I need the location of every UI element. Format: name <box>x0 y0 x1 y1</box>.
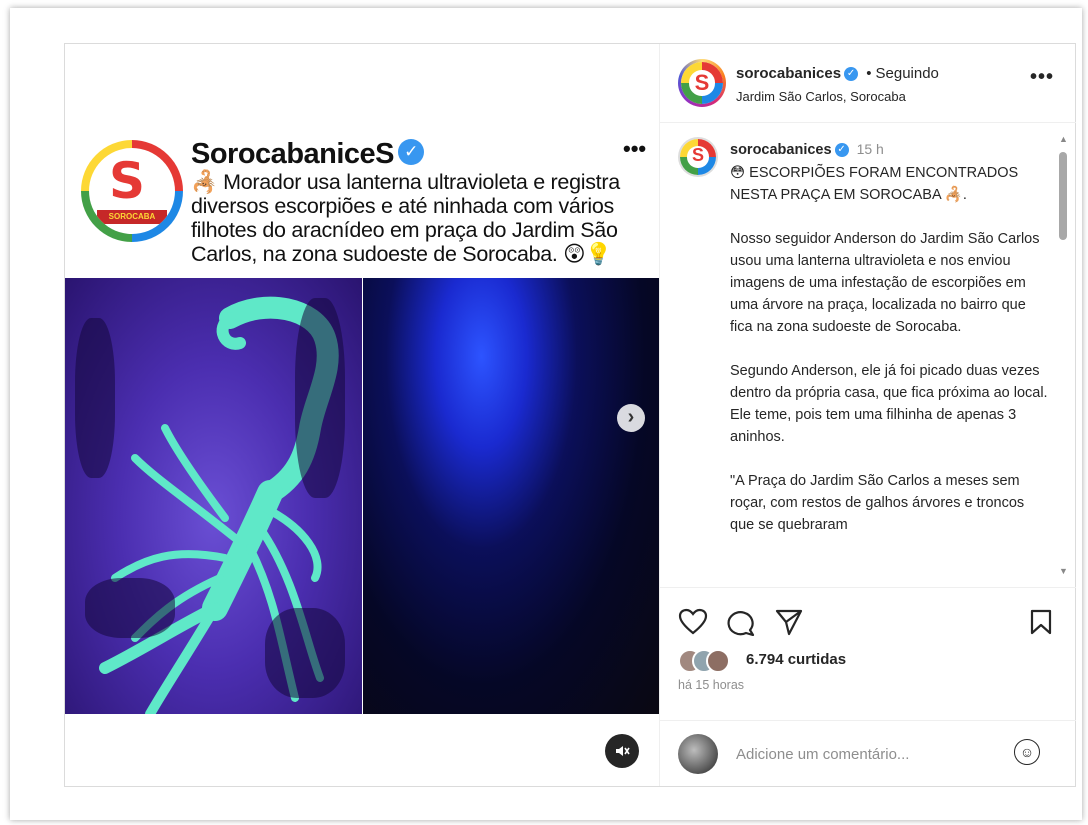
following-button[interactable]: Seguindo <box>876 65 939 82</box>
scroll-thumb[interactable] <box>1059 152 1067 240</box>
mute-button[interactable] <box>605 734 639 768</box>
header-separator: • <box>866 65 872 82</box>
post-header: S sorocabanices ✓ • Seguindo Jardim São Ca… <box>660 44 1076 123</box>
caption-time: 15 h <box>856 141 884 157</box>
post-media[interactable]: S SOROCABA SorocabaniceS ✓ ••• 🦂 Morador … <box>65 44 659 786</box>
caption-username[interactable]: sorocabanices <box>730 142 832 158</box>
post-sidebar: S sorocabanices ✓ • Seguindo Jardim São Ca… <box>659 44 1076 786</box>
caption-area[interactable]: S sorocabanices ✓ 15 h 😳 ESCORPIÕES FORAM … <box>660 123 1076 587</box>
scorpion-photo <box>65 278 362 714</box>
post-timestamp[interactable]: há 15 horas <box>678 678 744 692</box>
post-actions: 6.794 curtidas há 15 horas <box>660 587 1076 708</box>
caption-avatar[interactable]: S <box>678 137 718 177</box>
media-header: S SOROCABA SorocabaniceS ✓ ••• 🦂 Morador … <box>79 136 649 278</box>
logo-letter: S <box>109 152 146 210</box>
post-modal: S SOROCABA SorocabaniceS ✓ ••• 🦂 Morador … <box>64 43 1076 787</box>
scroll-up-icon[interactable]: ▲ <box>1059 134 1068 144</box>
header-username-line: sorocabanices ✓ • Seguindo <box>736 65 939 82</box>
brand-name-text: SorocabaniceS <box>191 138 395 170</box>
logo-banner: SOROCABA <box>97 210 167 224</box>
emoji-icon[interactable]: ☺ <box>1014 739 1040 765</box>
avatar-letter: S <box>694 69 710 95</box>
scroll-down-icon[interactable]: ▼ <box>1059 566 1068 576</box>
chevron-right-icon: › <box>627 406 635 428</box>
header-avatar[interactable]: S <box>678 59 726 107</box>
bookmark-icon[interactable] <box>1028 608 1054 636</box>
comment-icon[interactable] <box>726 608 756 636</box>
caption-avatar-letter: S <box>691 145 704 166</box>
media-headline: 🦂 Morador usa lanterna ultravioleta e re… <box>191 170 620 266</box>
caption-text: 😳 ESCORPIÕES FORAM ENCONTRADOS NESTA PRA… <box>730 165 1048 533</box>
verified-badge-icon: ✓ <box>844 67 859 82</box>
uv-flashlight-photo <box>363 278 659 714</box>
header-username[interactable]: sorocabanices <box>736 65 841 82</box>
caption-username-line: sorocabanices ✓ 15 h <box>730 141 884 158</box>
comment-bar: ☺ <box>660 720 1076 787</box>
likers-avatars[interactable] <box>678 649 742 673</box>
share-icon[interactable] <box>774 608 804 636</box>
speaker-muted-icon <box>616 746 630 756</box>
media-more-icon: ••• <box>623 136 647 161</box>
more-options-icon[interactable]: ••• <box>1030 66 1054 89</box>
user-avatar[interactable] <box>678 734 718 774</box>
likes-count[interactable]: 6.794 curtidas <box>746 651 846 668</box>
brand-name: SorocabaniceS ✓ <box>191 138 425 171</box>
verified-badge-icon: ✓ <box>398 139 425 166</box>
caption-scrollbar[interactable]: ▲ ▼ <box>1058 134 1068 584</box>
header-location[interactable]: Jardim São Carlos, Sorocaba <box>736 89 906 104</box>
comment-input[interactable] <box>734 739 998 769</box>
next-slide-button[interactable]: › <box>617 404 645 432</box>
brand-logo: S SOROCABA <box>81 140 183 242</box>
heart-icon[interactable] <box>678 608 708 636</box>
verified-badge-icon: ✓ <box>834 143 849 158</box>
